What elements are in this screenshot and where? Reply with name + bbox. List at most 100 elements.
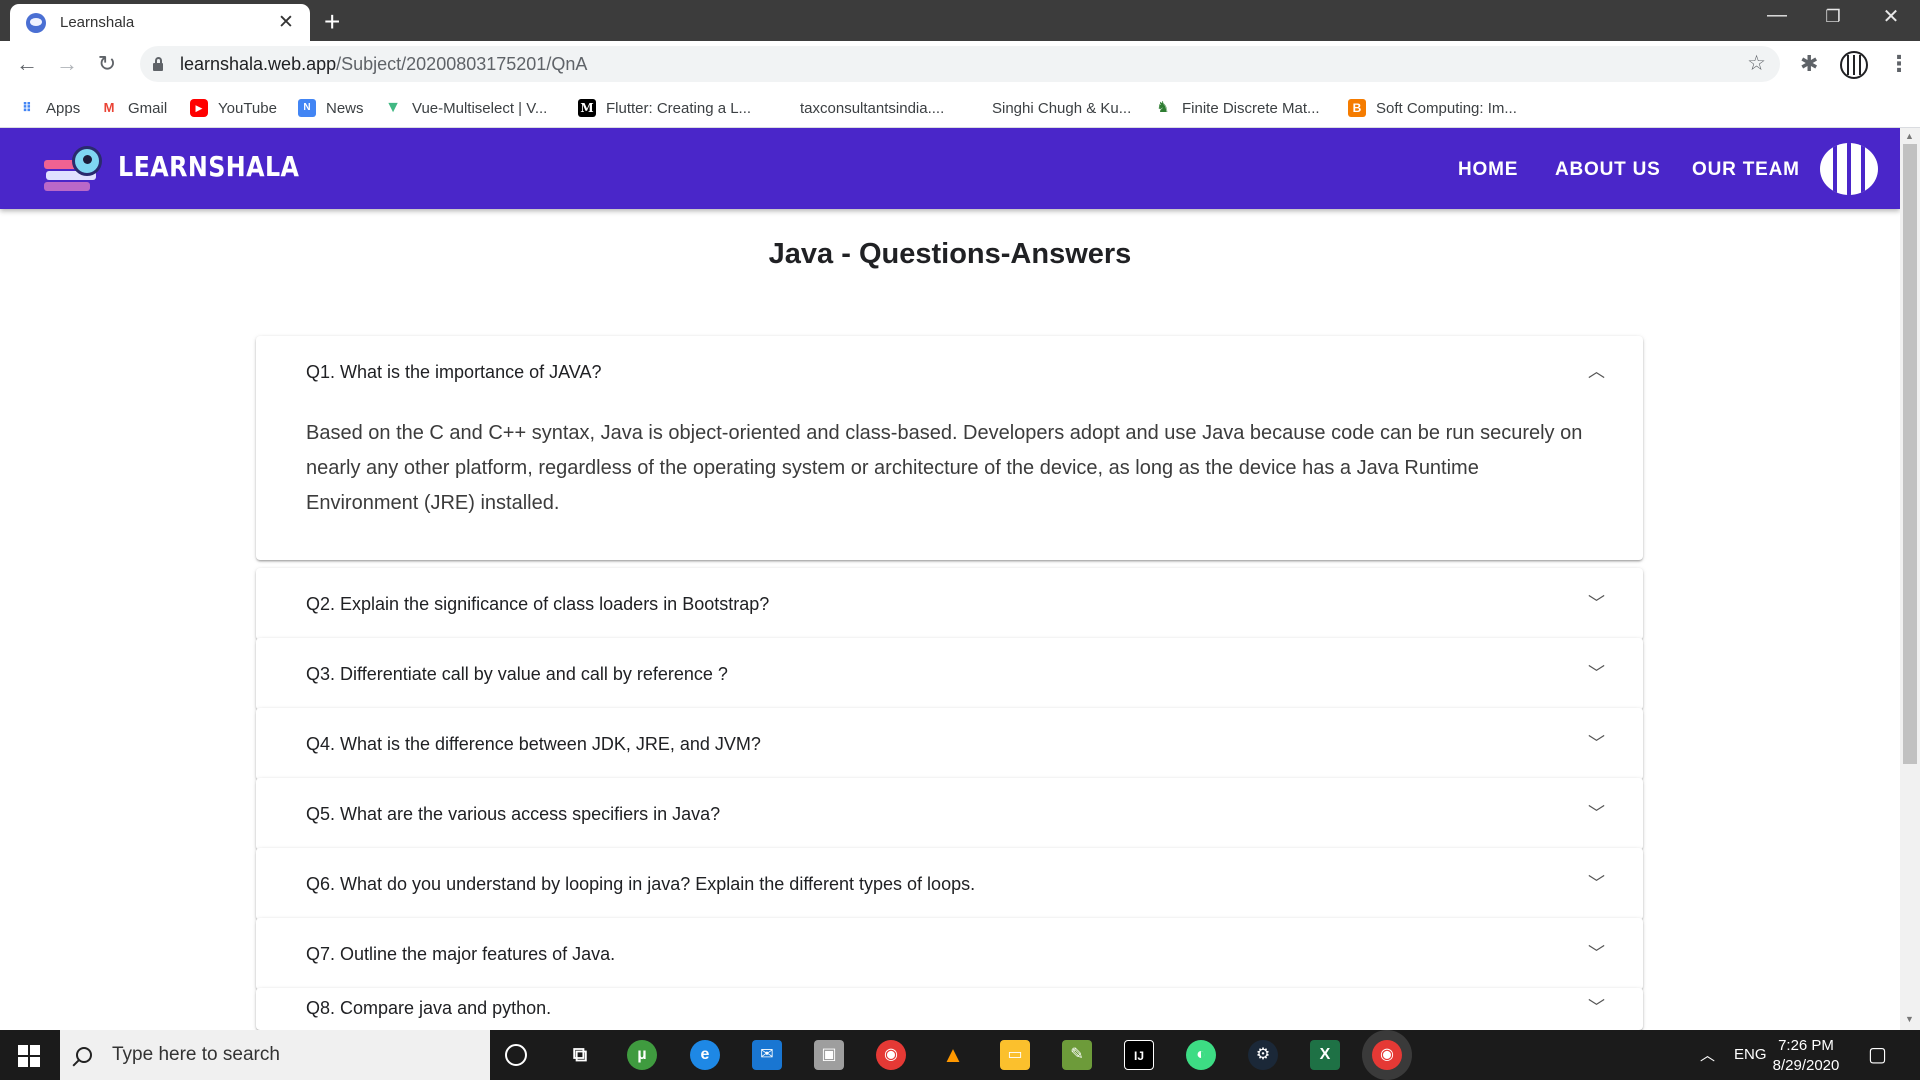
question-text[interactable]: Q3. Differentiate call by value and call… <box>306 638 728 710</box>
chevron-down-icon[interactable]: ﹀ <box>1588 918 1605 990</box>
task-view-icon[interactable]: ⧉ <box>565 1040 595 1070</box>
search-icon <box>76 1047 92 1063</box>
photos-icon[interactable]: ▣ <box>814 1040 844 1070</box>
back-arrow-icon[interactable]: ← <box>12 49 42 79</box>
bookmark-finite-discrete-math[interactable]: ♞ Finite Discrete Mat... <box>1154 97 1320 119</box>
bookmark-label: News <box>326 99 364 117</box>
site-header: LEARNSHALA HOME ABOUT US OUR TEAM <box>0 128 1900 209</box>
windows-start-icon[interactable] <box>18 1045 40 1067</box>
close-window-icon[interactable]: ✕ <box>1866 4 1916 29</box>
qna-panel[interactable]: Q3. Differentiate call by value and call… <box>256 638 1643 710</box>
question-text[interactable]: Q1. What is the importance of JAVA? <box>306 336 601 408</box>
url-path: /Subject/20200803175201/QnA <box>336 53 588 74</box>
minimize-window-icon[interactable]: — <box>1752 4 1802 27</box>
bookmark-apps[interactable]: ⠿ Apps <box>18 97 80 119</box>
qna-panel-expanded[interactable]: Q1. What is the importance of JAVA? ︿ Ba… <box>256 336 1643 560</box>
question-text[interactable]: Q6. What do you understand by looping in… <box>306 848 975 920</box>
bookmark-youtube[interactable]: ▶ YouTube <box>190 97 277 119</box>
chevron-down-icon[interactable]: ﹀ <box>1588 708 1605 780</box>
intellij-icon[interactable]: IJ <box>1124 1040 1154 1070</box>
scrollbar-thumb[interactable] <box>1903 144 1917 764</box>
chrome-menu-icon[interactable]: ⋮ <box>1888 51 1910 77</box>
vue-icon: ▼ <box>385 99 401 116</box>
bookmark-soft-computing[interactable]: B Soft Computing: Im... <box>1348 97 1517 119</box>
chevron-down-icon[interactable]: ﹀ <box>1588 848 1605 920</box>
bookmark-vue-multiselect[interactable]: ▼ Vue-Multiselect | V... <box>384 97 547 119</box>
language-indicator[interactable]: ENG <box>1734 1046 1767 1063</box>
taskbar-clock[interactable]: 7:26 PM 8/29/2020 <box>1766 1036 1846 1076</box>
close-tab-icon[interactable]: ✕ <box>276 11 296 34</box>
brand-name[interactable]: LEARNSHALA <box>118 150 299 183</box>
page-viewport: LEARNSHALA HOME ABOUT US OUR TEAM Java -… <box>0 128 1920 1030</box>
bookmark-label: Flutter: Creating a L... <box>606 99 752 117</box>
blogger-icon: B <box>1348 99 1366 117</box>
bookmark-label: YouTube <box>218 99 277 117</box>
profile-avatar-icon[interactable] <box>1840 51 1868 79</box>
bookmark-star-icon[interactable]: ☆ <box>1747 51 1766 76</box>
tray-chevron-up-icon[interactable]: ︿ <box>1700 1044 1715 1065</box>
qna-panel[interactable]: Q5. What are the various access specifie… <box>256 778 1643 850</box>
reload-icon[interactable]: ↻ <box>92 49 122 79</box>
forward-arrow-icon[interactable]: → <box>52 49 82 79</box>
learnshala-logo-icon[interactable] <box>44 142 106 198</box>
new-tab-button[interactable]: + <box>324 6 340 38</box>
bookmark-label: Finite Discrete Mat... <box>1182 99 1320 117</box>
excel-icon[interactable]: X <box>1310 1040 1340 1070</box>
lock-icon[interactable] <box>152 57 164 71</box>
question-text[interactable]: Q4. What is the difference between JDK, … <box>306 708 761 780</box>
qna-panel[interactable]: Q4. What is the difference between JDK, … <box>256 708 1643 780</box>
steam-icon[interactable]: ⚙ <box>1248 1040 1278 1070</box>
chevron-down-icon[interactable]: ﹀ <box>1588 778 1605 850</box>
bookmark-news[interactable]: N News <box>298 97 364 119</box>
restore-window-icon[interactable]: ❐ <box>1808 7 1858 27</box>
question-text[interactable]: Q2. Explain the significance of class lo… <box>306 568 769 640</box>
file-explorer-icon[interactable]: ▭ <box>1000 1040 1030 1070</box>
page-title: Java - Questions-Answers <box>768 238 1132 270</box>
learnshala-favicon-icon <box>26 12 46 33</box>
chrome-icon[interactable]: ◉ <box>876 1040 906 1070</box>
bookmark-taxconsultants[interactable]: taxconsultantsindia.... <box>800 97 944 119</box>
clock-time: 7:26 PM <box>1778 1037 1834 1054</box>
android-studio-icon[interactable]: ◐ <box>1186 1040 1216 1070</box>
cortana-icon[interactable] <box>505 1044 527 1066</box>
mail-icon[interactable]: ✉ <box>752 1040 782 1070</box>
browser-tab[interactable]: Learnshala ✕ <box>10 4 310 41</box>
answer-text: Based on the C and C++ syntax, Java is o… <box>306 422 1583 514</box>
nav-home-link[interactable]: HOME <box>1458 159 1518 181</box>
notepad-icon[interactable]: ✎ <box>1062 1040 1092 1070</box>
question-text[interactable]: Q5. What are the various access specifie… <box>306 778 720 850</box>
scroll-up-arrow-icon[interactable]: ▲ <box>1905 131 1914 141</box>
chevron-down-icon[interactable]: ﹀ <box>1588 988 1605 1030</box>
question-text[interactable]: Q7. Outline the major features of Java. <box>306 918 615 990</box>
bookmark-label: Vue-Multiselect | V... <box>412 99 548 117</box>
bookmarks-bar: ⠿ Apps M Gmail ▶ YouTube N News ▼ Vue-Mu… <box>0 88 1920 128</box>
scroll-down-arrow-icon[interactable]: ▼ <box>1905 1014 1914 1024</box>
qna-panel[interactable]: Q7. Outline the major features of Java. … <box>256 918 1643 990</box>
nav-about-us-link[interactable]: ABOUT US <box>1555 159 1661 181</box>
bookmark-singhi-chugh[interactable]: Singhi Chugh & Ku... <box>992 97 1131 119</box>
chevron-down-icon[interactable]: ﹀ <box>1588 638 1605 710</box>
vlc-icon[interactable]: ▲ <box>938 1040 968 1070</box>
user-avatar[interactable] <box>1820 143 1878 195</box>
finite-math-icon: ♞ <box>1156 99 1170 116</box>
tab-title: Learnshala <box>60 14 135 31</box>
question-text[interactable]: Q8. Compare java and python. <box>306 988 551 1030</box>
page-scrollbar[interactable]: ▲ ▼ <box>1900 128 1920 1030</box>
extensions-puzzle-icon[interactable]: ✱ <box>1800 51 1818 77</box>
nav-our-team-link[interactable]: OUR TEAM <box>1692 159 1800 181</box>
bookmark-label: Gmail <box>128 99 168 117</box>
edge-icon[interactable]: e <box>690 1040 720 1070</box>
qna-panel[interactable]: Q2. Explain the significance of class lo… <box>256 568 1643 640</box>
taskbar-search-input[interactable]: Type here to search <box>60 1030 490 1080</box>
qna-panel[interactable]: Q6. What do you understand by looping in… <box>256 848 1643 920</box>
browser-toolbar: ← → ↻ learnshala.web.app /Subject/202008… <box>0 41 1920 88</box>
chevron-down-icon[interactable]: ﹀ <box>1588 568 1605 640</box>
chrome-active-icon[interactable]: ◉ <box>1372 1040 1402 1070</box>
bookmark-gmail[interactable]: M Gmail <box>100 97 168 119</box>
bookmark-flutter[interactable]: M Flutter: Creating a L... <box>578 97 751 119</box>
address-bar[interactable]: learnshala.web.app /Subject/202008031752… <box>140 46 1780 82</box>
utorrent-icon[interactable]: µ <box>627 1040 657 1070</box>
qna-panel[interactable]: Q8. Compare java and python. ﹀ <box>256 988 1643 1030</box>
notifications-icon[interactable]: ▢ <box>1868 1042 1887 1067</box>
chevron-up-icon[interactable]: ︿ <box>1588 336 1605 408</box>
